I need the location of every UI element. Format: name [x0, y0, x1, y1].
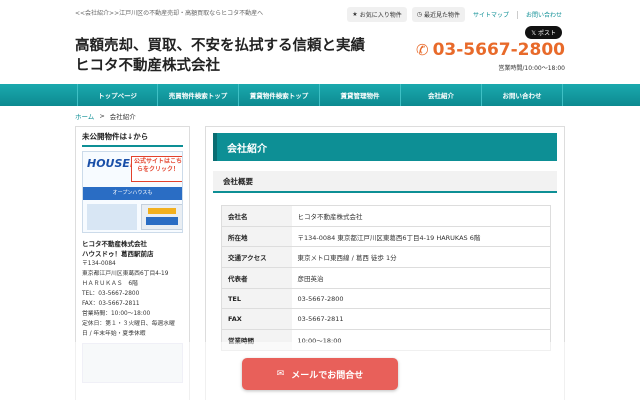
- page-heading: 会社紹介: [213, 133, 557, 161]
- breadcrumb: ホーム > 会社紹介: [0, 106, 640, 126]
- sitemap-link[interactable]: サイトマップ: [470, 10, 512, 19]
- history-icon: ◷: [416, 11, 422, 18]
- star-icon: ★: [352, 11, 358, 18]
- phone-number[interactable]: ✆ 03-5667-2800: [416, 40, 565, 60]
- recent-button[interactable]: ◷ 最近見た物件: [411, 7, 465, 22]
- site-title[interactable]: 高額売却、買取、不安を払拭する信頼と実績 ヒコタ不動産株式会社: [75, 36, 365, 76]
- phone-text: 03-5667-2800: [432, 40, 565, 60]
- site-header: 高額売却、買取、不安を払拭する信頼と実績 ヒコタ不動産株式会社 𝕏 ポスト ✆ 0…: [0, 26, 640, 84]
- row-label: 会社名: [221, 205, 292, 227]
- row-value: 東京メトロ東西線 / 葛西 徒歩 1分: [291, 246, 551, 269]
- sidebar-title: 未公開物件は↓から: [82, 131, 183, 147]
- logo-part-1: HOUSE: [87, 157, 130, 170]
- banner-shop-image: [141, 204, 182, 230]
- row-label: FAX: [221, 308, 292, 331]
- row-label: TEL: [221, 288, 292, 310]
- sidebar-tel: TEL：03-5667-2800: [82, 291, 140, 297]
- sidebar-fax: FAX：03-5667-2811: [82, 301, 140, 307]
- closed-days-1: 定休日：第１・３火曜日、毎週水曜: [82, 321, 175, 327]
- banner-strip: オープンハウスも: [83, 187, 182, 200]
- mail-contact-button[interactable]: ✉ メールでお問合せ: [242, 358, 398, 390]
- nav-top[interactable]: トップページ: [77, 84, 158, 106]
- section-heading: 会社概要: [213, 171, 557, 193]
- banner-photo: [87, 204, 137, 230]
- banner-click-text: 公式サイトはこちらをクリック！: [131, 156, 182, 182]
- mail-icon: ✉: [276, 369, 285, 379]
- row-value: 03-5667-2800: [291, 288, 551, 310]
- table-row: FAX 03-5667-2811: [221, 308, 551, 331]
- closed-days-2: 日 / 年末年始・夏季休暇: [82, 331, 146, 337]
- top-links: ★ お気に入り物件 ◷ 最近見た物件 サイトマップ お問い合わせ: [347, 7, 565, 22]
- x-post-label: ポスト: [537, 30, 556, 37]
- nav-rental-management[interactable]: 賃貸管理物件: [320, 84, 401, 106]
- site-tagline: <<会社紹介>>江戸川区の不動産売却・高額買取ならヒコタ不動産へ: [75, 10, 264, 17]
- company-table: 会社名 ヒコタ不動産株式会社 所在地 〒134-0084 東京都江戸川区東葛西6丁目…: [221, 205, 551, 351]
- x-icon: 𝕏: [531, 30, 538, 37]
- breadcrumb-home[interactable]: ホーム: [75, 111, 94, 121]
- contact-link[interactable]: お問い合わせ: [523, 10, 565, 19]
- table-row: TEL 03-5667-2800: [221, 288, 551, 310]
- row-value: 彦田英治: [291, 267, 551, 289]
- mail-button-label: メールでお問合せ: [291, 370, 364, 381]
- nav-rent-search[interactable]: 賃貸物件検索トップ: [239, 84, 320, 106]
- sidebar-hours: 営業時間：10:00〜18:00: [82, 311, 151, 317]
- business-hours: 営業時間/10:00〜18:00: [498, 65, 565, 72]
- row-value: ヒコタ不動産株式会社: [291, 205, 551, 227]
- row-value: 03-5667-2811: [291, 308, 551, 331]
- phone-icon: ✆: [416, 41, 429, 59]
- nav-sale-search[interactable]: 売買物件検索トップ: [158, 84, 239, 106]
- postal-code: 〒134-0084: [82, 261, 116, 267]
- table-row: 代表者 彦田英治: [221, 267, 551, 289]
- company-info: ヒコタ不動産株式会社 ハウスドゥ！葛西駅前店 〒134-0084 東京都江戸川区…: [82, 239, 183, 339]
- recent-label: 最近見た物件: [423, 12, 460, 19]
- global-nav: トップページ 売買物件検索トップ 賃貸物件検索トップ 賃貸管理物件 会社紹介 お…: [0, 84, 640, 106]
- address-line-1: 東京都江戸川区東葛西6丁目4-19: [82, 271, 169, 277]
- table-row: 交通アクセス 東京メトロ東西線 / 葛西 徒歩 1分: [221, 246, 551, 269]
- title-line-2: ヒコタ不動産株式会社: [75, 58, 220, 74]
- row-label: 所在地: [221, 226, 292, 248]
- favorites-label: お気に入り物件: [359, 12, 402, 19]
- table-row: 所在地 〒134-0084 東京都江戸川区東葛西6丁目4-19 HARUKAS 6…: [221, 226, 551, 248]
- top-bar: <<会社紹介>>江戸川区の不動産売却・高額買取ならヒコタ不動産へ ★ お気に入り物…: [0, 0, 640, 28]
- row-value: 〒134-0084 東京都江戸川区東葛西6丁目4-19 HARUKAS 6階: [291, 226, 551, 248]
- company-name: ヒコタ不動産株式会社: [82, 240, 147, 248]
- nav-company[interactable]: 会社紹介: [401, 84, 482, 106]
- title-line-1: 高額売却、買取、不安を払拭する信頼と実績: [75, 38, 365, 54]
- breadcrumb-separator: >: [99, 112, 105, 120]
- shop-name: ハウスドゥ！葛西駅前店: [82, 250, 154, 258]
- nav-contact[interactable]: お問い合わせ: [482, 84, 563, 106]
- address-line-2: ＨＡＲＵＫＡＳ 6階: [82, 281, 138, 287]
- row-label: 交通アクセス: [221, 246, 292, 269]
- row-label: 代表者: [221, 267, 292, 289]
- divider: [516, 10, 518, 19]
- table-row: 会社名 ヒコタ不動産株式会社: [221, 205, 551, 227]
- breadcrumb-current: 会社紹介: [109, 113, 136, 121]
- housedo-banner[interactable]: HOUSEDO 公式サイトはこちらをクリック！ オープンハウスも: [82, 151, 183, 233]
- x-post-button[interactable]: 𝕏 ポスト: [525, 26, 562, 39]
- favorites-button[interactable]: ★ お気に入り物件: [347, 7, 407, 22]
